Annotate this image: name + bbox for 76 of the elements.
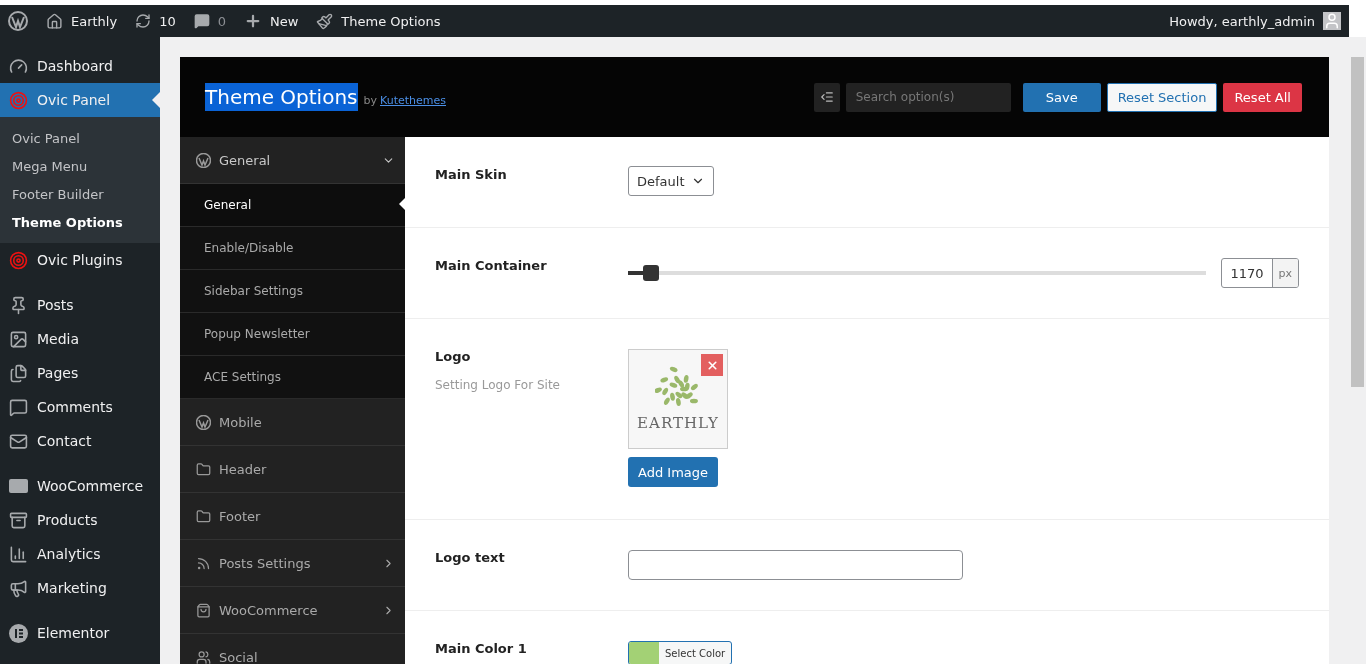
scrollbar-thumb[interactable] bbox=[1351, 57, 1364, 387]
text-field[interactable] bbox=[628, 550, 963, 580]
archive-icon bbox=[9, 510, 28, 530]
folder-icon bbox=[196, 461, 211, 477]
account-link[interactable]: Howdy, earthly_admin bbox=[1169, 12, 1341, 30]
pages-icon bbox=[9, 363, 28, 383]
submenu-item[interactable]: Mega Menu bbox=[0, 152, 160, 180]
theme-options-link[interactable]: Theme Options bbox=[316, 12, 441, 30]
field-description: Setting Logo For Site bbox=[435, 378, 561, 392]
collapse-button[interactable] bbox=[813, 82, 840, 112]
submenu-item[interactable]: Ovic Panel bbox=[0, 124, 160, 152]
wordpress-icon bbox=[196, 414, 211, 430]
field-label: Main Color 1 bbox=[435, 641, 528, 656]
sidebar-item[interactable]: Pages bbox=[0, 356, 160, 390]
refresh-icon bbox=[135, 13, 152, 29]
sidebar-item[interactable]: Media bbox=[0, 322, 160, 356]
elementor-icon bbox=[9, 623, 28, 643]
target-icon bbox=[9, 250, 28, 270]
search-field[interactable]: Search option(s) bbox=[845, 82, 1011, 112]
header-button[interactable]: Save bbox=[1022, 82, 1101, 112]
comment-icon bbox=[193, 13, 210, 29]
collapse-icon bbox=[819, 90, 834, 104]
close-icon bbox=[705, 358, 719, 372]
sidebar-item[interactable]: Marketing bbox=[0, 571, 160, 605]
sidebar-item[interactable]: Comments bbox=[0, 390, 160, 424]
sidebar-item[interactable]: Ovic Plugins bbox=[0, 243, 160, 277]
submenu-item[interactable]: Footer Builder bbox=[0, 180, 160, 208]
sidebar-item[interactable]: Contact bbox=[0, 424, 160, 458]
author-link[interactable]: Kutethemes bbox=[380, 93, 446, 107]
megaphone-icon bbox=[9, 578, 28, 598]
field-label: Main Container bbox=[435, 258, 548, 273]
bag-icon bbox=[196, 602, 211, 618]
site-link[interactable]: Earthly bbox=[46, 12, 118, 30]
sidebar-item[interactable]: Dashboard bbox=[0, 49, 160, 83]
folder-icon bbox=[196, 508, 211, 524]
sidebar-item[interactable]: Ovic Panel bbox=[0, 83, 160, 117]
people-icon bbox=[196, 649, 211, 664]
plus-icon bbox=[244, 12, 262, 30]
target-icon bbox=[9, 90, 28, 110]
remove-button[interactable] bbox=[701, 354, 723, 376]
comments-link[interactable]: 0 bbox=[193, 13, 226, 29]
field-label: Logo bbox=[435, 349, 472, 364]
color-picker-button[interactable]: Select Color bbox=[628, 641, 733, 664]
sidebar-item[interactable]: WooCommerce bbox=[0, 469, 160, 503]
header-button[interactable]: Reset Section bbox=[1106, 82, 1218, 112]
bar-chart-icon bbox=[9, 544, 28, 564]
home-icon bbox=[46, 12, 63, 30]
logo-wordmark: EARTHLY bbox=[637, 414, 719, 432]
media-icon bbox=[9, 329, 28, 349]
brush-icon bbox=[316, 12, 334, 30]
sidebar-item[interactable]: Elementor bbox=[0, 616, 160, 650]
avatar-icon bbox=[1323, 12, 1341, 30]
slider-thumb[interactable] bbox=[643, 265, 660, 281]
dashboard-icon bbox=[9, 56, 28, 76]
unit-label: px bbox=[1271, 259, 1298, 287]
comment-icon bbox=[9, 397, 28, 417]
mail-icon bbox=[9, 431, 28, 451]
by-text: by bbox=[363, 93, 377, 107]
page-title: Theme Options bbox=[205, 83, 358, 111]
sidebar-item[interactable]: Analytics bbox=[0, 537, 160, 571]
number-field[interactable]: 1170 px bbox=[1221, 258, 1299, 288]
wordpress-logo-icon[interactable] bbox=[8, 11, 28, 31]
field-label: Logo text bbox=[435, 550, 506, 565]
sidebar-item[interactable]: Products bbox=[0, 503, 160, 537]
wordpress-icon bbox=[196, 152, 211, 168]
updates-link[interactable]: 10 bbox=[135, 13, 176, 29]
field-label: Main Skin bbox=[435, 167, 508, 182]
rss-icon bbox=[196, 555, 211, 571]
new-link[interactable]: New bbox=[244, 12, 299, 30]
pin-icon bbox=[9, 295, 28, 315]
submenu-item[interactable]: Theme Options bbox=[0, 208, 160, 236]
skin-dropdown[interactable]: Default bbox=[628, 166, 714, 196]
header-button[interactable]: Reset All bbox=[1223, 82, 1302, 112]
sidebar-item[interactable]: Posts bbox=[0, 288, 160, 322]
nav-subitem[interactable]: General bbox=[180, 184, 405, 227]
add-image-button[interactable]: Add Image bbox=[628, 457, 718, 487]
